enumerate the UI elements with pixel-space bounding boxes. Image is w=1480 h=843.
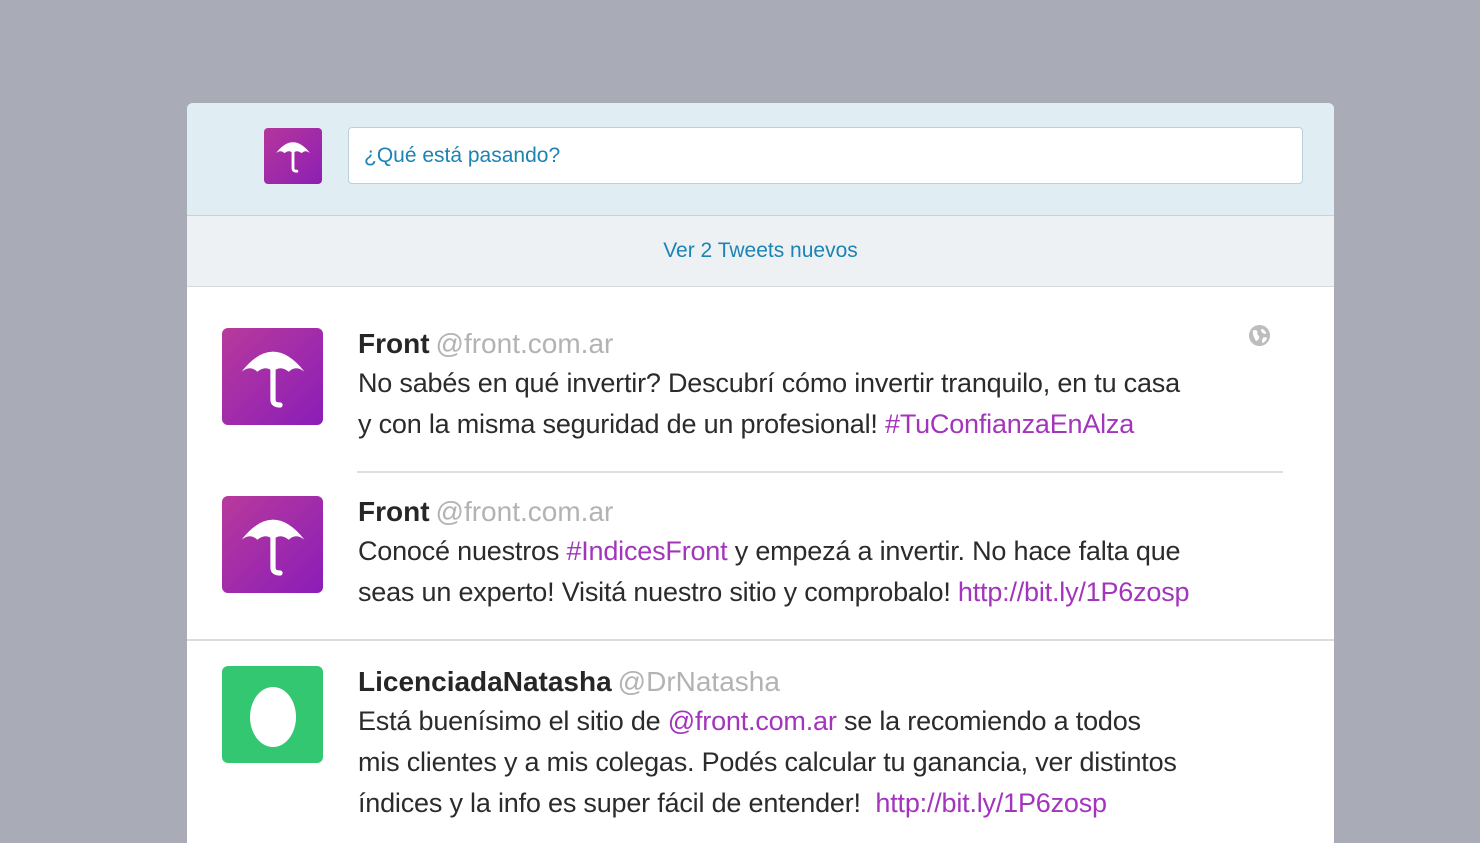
- front-avatar[interactable]: [222, 328, 323, 425]
- umbrella-icon: [275, 142, 311, 173]
- tweet-text-segment: Está buenísimo el sitio de: [358, 706, 668, 736]
- author-handle[interactable]: @front.com.ar: [436, 328, 614, 359]
- new-tweets-button[interactable]: Ver 2 Tweets nuevos: [187, 216, 1334, 287]
- author-name[interactable]: Front: [358, 496, 430, 527]
- tweet-header: Front @front.com.ar: [358, 328, 1258, 360]
- tweet-text-segment: mis clientes y a mis colegas. Podés calc…: [358, 747, 1177, 777]
- author-handle[interactable]: @front.com.ar: [436, 496, 614, 527]
- url-link[interactable]: http://bit.ly/1P6zosp: [958, 577, 1190, 607]
- tweet-text: No sabés en qué invertir? Descubrí cómo …: [358, 363, 1258, 445]
- tweet-text-segment: se la recomiendo a todos: [836, 706, 1141, 736]
- tweet-text-segment: y con la misma seguridad de un profesion…: [358, 409, 885, 439]
- umbrella-icon: [241, 351, 304, 408]
- front-avatar[interactable]: [222, 496, 323, 593]
- compose-input[interactable]: ¿Qué está pasando?: [348, 127, 1303, 184]
- author-name[interactable]: Front: [358, 328, 430, 359]
- tweet-text: Está buenísimo el sitio de @front.com.ar…: [358, 701, 1258, 824]
- section-divider: [187, 639, 1334, 641]
- tweet-text-segment: seas un experto! Visitá nuestro sitio y …: [358, 577, 958, 607]
- tweet-text-segment: Conocé nuestros: [358, 536, 567, 566]
- tweet-text-segment: y empezá a invertir. No hace falta que: [727, 536, 1181, 566]
- url-link[interactable]: http://bit.ly/1P6zosp: [875, 788, 1107, 818]
- compose-bar: ¿Qué está pasando?: [187, 103, 1334, 216]
- tweet-header: Front @front.com.ar: [358, 496, 1258, 528]
- timeline-panel: ¿Qué está pasando? Ver 2 Tweets nuevos F…: [187, 103, 1334, 843]
- tweet-header: LicenciadaNatasha @DrNatasha: [358, 666, 1258, 698]
- tweet-text-segment: No sabés en qué invertir? Descubrí cómo …: [358, 368, 1180, 398]
- tweet-divider: [357, 471, 1283, 473]
- tweet-text-segment: índices y la info es super fácil de ente…: [358, 788, 876, 818]
- user-avatar[interactable]: [264, 128, 322, 184]
- globe-icon: [1248, 324, 1271, 347]
- umbrella-icon: [241, 519, 304, 576]
- tweet-text: Conocé nuestros #IndicesFront y empezá a…: [358, 531, 1258, 613]
- egg-avatar-icon: [249, 686, 296, 747]
- mention-link[interactable]: @front.com.ar: [668, 706, 837, 736]
- natasha-avatar[interactable]: [222, 666, 323, 763]
- author-handle[interactable]: @DrNatasha: [618, 666, 780, 697]
- author-name[interactable]: LicenciadaNatasha: [358, 666, 612, 697]
- hashtag-link[interactable]: #TuConfianzaEnAlza: [885, 409, 1134, 439]
- hashtag-link[interactable]: #IndicesFront: [566, 536, 727, 566]
